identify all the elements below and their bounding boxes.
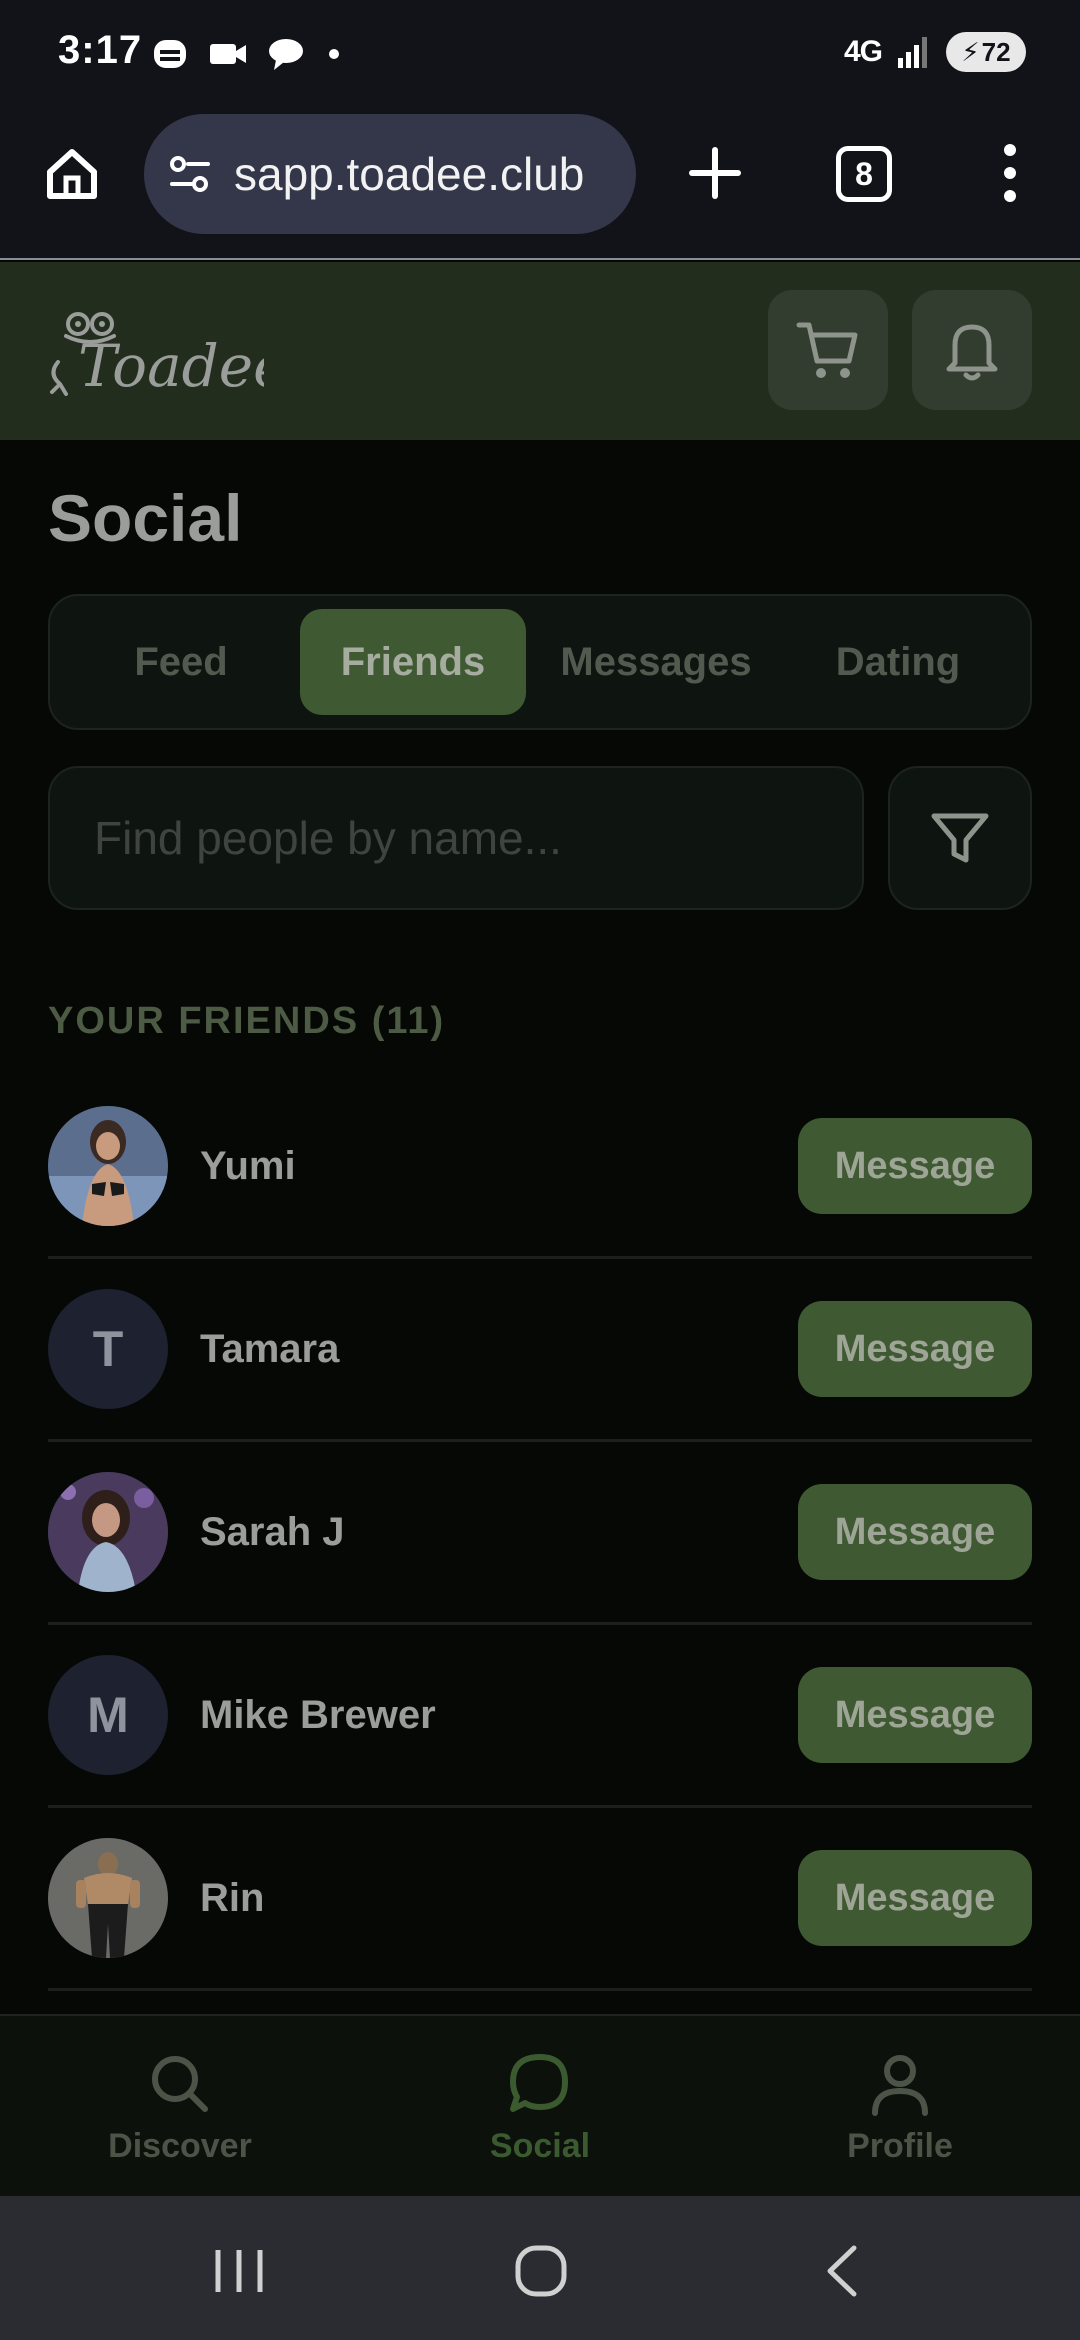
bolt-icon: ⚡ xyxy=(961,36,980,67)
friends-section-heading: YOUR FRIENDS (11) xyxy=(48,1000,446,1042)
battery-indicator: ⚡ 72 xyxy=(946,32,1026,72)
find-people-input[interactable] xyxy=(94,811,834,865)
video-icon xyxy=(210,44,246,64)
tab-feed[interactable]: Feed xyxy=(62,609,300,715)
profile-photo xyxy=(48,1838,168,1958)
avatar[interactable] xyxy=(48,1106,168,1226)
message-button[interactable]: Message xyxy=(798,1850,1032,1946)
avatar[interactable]: T xyxy=(48,1289,168,1409)
home-icon xyxy=(47,149,97,199)
tab-friends[interactable]: Friends xyxy=(300,609,526,715)
recent-apps-button[interactable] xyxy=(204,2236,274,2306)
cart-button[interactable] xyxy=(768,290,888,410)
status-right: 4G ⚡ 72 xyxy=(844,32,1026,72)
page-title: Social xyxy=(48,481,243,555)
browser-toolbar: sapp.toadee.club 8 xyxy=(0,110,1080,260)
tab-switcher-button[interactable]: 8 xyxy=(836,146,892,202)
back-button[interactable] xyxy=(808,2236,878,2306)
friend-row[interactable]: Rin Message xyxy=(48,1808,1032,1991)
back-chevron-icon xyxy=(827,2245,857,2297)
tab-dating[interactable]: Dating xyxy=(786,609,1010,715)
search-icon xyxy=(152,2055,208,2112)
friend-name: Rin xyxy=(200,1875,265,1920)
chat-notification-icon xyxy=(269,39,303,70)
home-system-button[interactable] xyxy=(506,2236,576,2306)
app-header: Toadee xyxy=(0,262,1080,440)
site-settings-icon[interactable] xyxy=(168,152,212,196)
friend-row[interactable]: M Mike Brewer Message xyxy=(48,1625,1032,1808)
home-button[interactable] xyxy=(42,144,102,204)
friend-name: Tamara xyxy=(200,1326,340,1371)
battery-level: 72 xyxy=(981,36,1011,67)
friend-list: Yumi Message T Tamara Message Sarah J Me… xyxy=(48,1076,1032,1991)
friend-row[interactable]: Sarah J Message xyxy=(48,1442,1032,1625)
cart-icon xyxy=(796,322,858,378)
message-button[interactable]: Message xyxy=(798,1484,1032,1580)
frog-logo-icon: Toadee xyxy=(50,312,287,400)
filter-icon xyxy=(931,813,989,863)
nav-social[interactable]: Social xyxy=(360,2016,720,2198)
bottom-navigation: Discover Social Profile xyxy=(0,2014,1080,2196)
avatar[interactable]: M xyxy=(48,1655,168,1775)
avatar[interactable] xyxy=(48,1838,168,1958)
more-vertical-icon xyxy=(1004,144,1016,202)
signal-icon xyxy=(898,37,927,68)
home-circle-icon xyxy=(515,2245,567,2297)
friend-row[interactable]: Yumi Message xyxy=(48,1076,1032,1259)
user-icon xyxy=(872,2054,928,2116)
notification-icons xyxy=(150,34,344,74)
status-bar: 3:17 4G ⚡ 72 xyxy=(0,0,1080,110)
plus-icon xyxy=(689,147,741,199)
message-button[interactable]: Message xyxy=(798,1667,1032,1763)
profile-photo xyxy=(48,1106,168,1226)
tab-messages[interactable]: Messages xyxy=(526,609,786,715)
new-tab-button[interactable] xyxy=(682,140,748,206)
friend-name: Sarah J xyxy=(200,1509,345,1554)
browser-menu-button[interactable] xyxy=(990,140,1030,206)
notifications-button[interactable] xyxy=(912,290,1032,410)
avatar[interactable] xyxy=(48,1472,168,1592)
dot-icon xyxy=(329,49,339,59)
profile-photo xyxy=(48,1472,168,1592)
bell-icon xyxy=(946,324,998,381)
message-button[interactable]: Message xyxy=(798,1301,1032,1397)
recents-icon xyxy=(215,2250,263,2292)
address-bar[interactable]: sapp.toadee.club xyxy=(144,114,636,234)
nav-profile[interactable]: Profile xyxy=(720,2016,1080,2198)
logo-wordmark: Toadee xyxy=(78,332,264,400)
social-tabs: Feed Friends Messages Dating xyxy=(48,594,1032,730)
nav-label: Profile xyxy=(847,2126,953,2165)
network-label: 4G xyxy=(843,35,883,68)
system-navigation-bar xyxy=(0,2196,1080,2340)
friend-name: Yumi xyxy=(200,1143,296,1188)
message-button[interactable]: Message xyxy=(798,1118,1032,1214)
chat-bubble-icon xyxy=(510,2053,568,2112)
nav-label: Discover xyxy=(108,2126,252,2165)
toadee-logo[interactable]: Toadee xyxy=(44,302,287,402)
status-time: 3:17 xyxy=(58,28,143,72)
app-notification-icon xyxy=(154,40,186,68)
search-box xyxy=(48,766,864,910)
friend-row[interactable]: T Tamara Message xyxy=(48,1259,1032,1442)
nav-discover[interactable]: Discover xyxy=(0,2016,360,2198)
filter-button[interactable] xyxy=(888,766,1032,910)
nav-label: Social xyxy=(489,2126,591,2165)
friend-name: Mike Brewer xyxy=(200,1692,436,1737)
url-text: sapp.toadee.club xyxy=(234,148,585,200)
